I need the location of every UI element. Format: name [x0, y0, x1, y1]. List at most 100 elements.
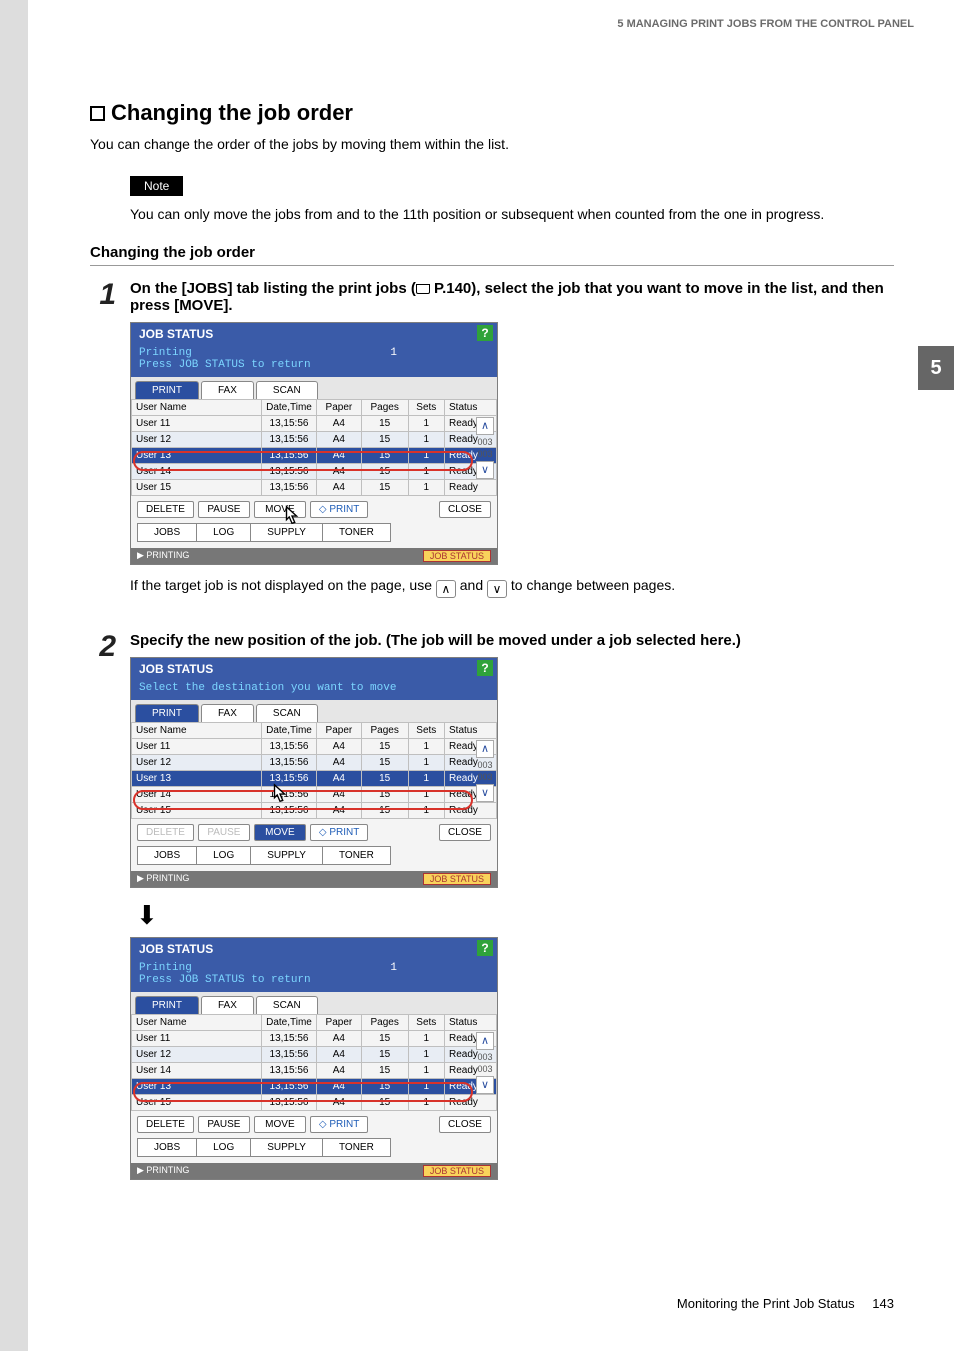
cell: 15 — [361, 464, 408, 480]
col-status: Status — [445, 1015, 497, 1031]
footer-left: ▶ PRINTING — [137, 873, 189, 885]
table-row[interactable]: User 1113,15:56A4151Ready — [132, 1031, 497, 1047]
tab2-jobs[interactable]: JOBS — [137, 1138, 197, 1157]
table-row[interactable]: User 1213,15:56A4151Ready — [132, 1047, 497, 1063]
table-row[interactable]: User 1513,15:56A4151Ready — [132, 803, 497, 819]
tab2-jobs[interactable]: JOBS — [137, 846, 197, 865]
job-list: User Name Date,Time Paper Pages Sets Sta… — [131, 399, 497, 496]
move-button[interactable]: MOVE — [254, 1116, 306, 1133]
scroll-down-icon[interactable]: ∨ — [476, 784, 494, 802]
table-row[interactable]: User 1513,15:56A4151Ready — [132, 480, 497, 496]
cell: User 13 — [132, 771, 262, 787]
page-up-icon[interactable]: ∧ — [436, 580, 456, 598]
help-icon[interactable]: ? — [477, 660, 493, 676]
print-button[interactable]: ◇ PRINT — [310, 824, 368, 841]
col-sets: Sets — [408, 723, 444, 739]
bottom-tabs: JOBS LOG SUPPLY TONER — [131, 846, 497, 871]
move-button[interactable]: MOVE — [254, 824, 306, 841]
cell: 1 — [408, 464, 444, 480]
help-icon[interactable]: ? — [477, 940, 493, 956]
cell: 13,15:56 — [262, 1047, 317, 1063]
cell: A4 — [317, 1063, 362, 1079]
tab-scan[interactable]: SCAN — [256, 996, 318, 1014]
table-row[interactable]: User 1113,15:56A4151Ready — [132, 416, 497, 432]
cell: 15 — [361, 416, 408, 432]
subline-b: Press JOB STATUS to return — [139, 359, 311, 371]
jobstatus-button[interactable]: JOB STATUS — [423, 873, 491, 885]
page-content: Changing the job order You can change th… — [90, 0, 894, 1192]
print-button[interactable]: ◇ PRINT — [310, 1116, 368, 1133]
page-number: 143 — [872, 1296, 894, 1311]
tab-print[interactable]: PRINT — [135, 996, 199, 1014]
panel-footer: ▶ PRINTING JOB STATUS — [131, 871, 497, 887]
tab-fax[interactable]: FAX — [201, 996, 254, 1014]
scroll-up-icon[interactable]: ∧ — [476, 1032, 494, 1050]
panel-title-text: JOB STATUS — [139, 662, 213, 676]
table-row[interactable]: User 1413,15:56A4151Ready — [132, 1063, 497, 1079]
cell: 1 — [408, 1095, 444, 1111]
tab2-toner[interactable]: TONER — [323, 846, 391, 865]
col-user: User Name — [132, 1015, 262, 1031]
table-row[interactable]: User 1413,15:56A4151Ready — [132, 464, 497, 480]
cell: 13,15:56 — [262, 1031, 317, 1047]
subline-count: 1 — [390, 962, 397, 974]
tab-print[interactable]: PRINT — [135, 381, 199, 399]
scroll-ind-bot: 003 — [477, 449, 492, 459]
col-pages: Pages — [361, 1015, 408, 1031]
col-date: Date,Time — [262, 400, 317, 416]
panel-footer: ▶ PRINTING JOB STATUS — [131, 548, 497, 564]
table-row[interactable]: User 1113,15:56A4151Ready — [132, 739, 497, 755]
subline-count: 1 — [390, 347, 397, 359]
cell: 13,15:56 — [262, 464, 317, 480]
cell: User 15 — [132, 803, 262, 819]
cell: User 12 — [132, 1047, 262, 1063]
tab-scan[interactable]: SCAN — [256, 381, 318, 399]
scroll-down-icon[interactable]: ∨ — [476, 461, 494, 479]
table-row[interactable]: User 1513,15:56A4151Ready — [132, 1095, 497, 1111]
col-pages: Pages — [361, 400, 408, 416]
tab-scan[interactable]: SCAN — [256, 704, 318, 722]
delete-button[interactable]: DELETE — [137, 501, 194, 518]
chapter-tab: 5 — [918, 346, 954, 390]
cell: 1 — [408, 803, 444, 819]
tab2-log[interactable]: LOG — [197, 1138, 251, 1157]
scroll-down-icon[interactable]: ∨ — [476, 1076, 494, 1094]
tab2-log[interactable]: LOG — [197, 846, 251, 865]
scroll-up-icon[interactable]: ∧ — [476, 740, 494, 758]
jobstatus-button[interactable]: JOB STATUS — [423, 1165, 491, 1177]
tab2-supply[interactable]: SUPPLY — [251, 1138, 323, 1157]
table-row[interactable]: User 1313,15:56A4151Ready — [132, 1079, 497, 1095]
post1-b: to change between pages. — [511, 577, 675, 593]
post1-a: If the target job is not displayed on th… — [130, 577, 436, 593]
help-icon[interactable]: ? — [477, 325, 493, 341]
table-row[interactable]: User 1413,15:56A4151Ready — [132, 787, 497, 803]
tab-fax[interactable]: FAX — [201, 704, 254, 722]
delete-button[interactable]: DELETE — [137, 1116, 194, 1133]
tab-print[interactable]: PRINT — [135, 704, 199, 722]
tab2-toner[interactable]: TONER — [323, 1138, 391, 1157]
table-row[interactable]: User 1313,15:56A4151Ready — [132, 771, 497, 787]
left-margin — [0, 0, 28, 1351]
print-label: PRINT — [329, 827, 359, 838]
cell: 13,15:56 — [262, 739, 317, 755]
cell: A4 — [317, 787, 362, 803]
table-row[interactable]: User 1213,15:56A4151Ready — [132, 432, 497, 448]
table-row[interactable]: User 1213,15:56A4151Ready — [132, 755, 497, 771]
pause-button[interactable]: PAUSE — [198, 501, 250, 518]
down-arrow-icon: ⬇ — [136, 900, 894, 931]
tab-fax[interactable]: FAX — [201, 381, 254, 399]
scroll-ind-bot: 003 — [477, 772, 492, 782]
table-row[interactable]: User 1313,15:56A4151Ready — [132, 448, 497, 464]
pause-button[interactable]: PAUSE — [198, 1116, 250, 1133]
col-paper: Paper — [317, 1015, 362, 1031]
print-button[interactable]: ◇ PRINT — [310, 501, 368, 518]
jobstatus-button[interactable]: JOB STATUS — [423, 550, 491, 562]
cell: A4 — [317, 448, 362, 464]
tab2-toner[interactable]: TONER — [323, 523, 391, 542]
cell: User 11 — [132, 739, 262, 755]
page-down-icon[interactable]: ∨ — [487, 580, 507, 598]
scroll-up-icon[interactable]: ∧ — [476, 417, 494, 435]
tab2-log[interactable]: LOG — [197, 523, 251, 542]
tab2-supply[interactable]: SUPPLY — [251, 846, 323, 865]
tab2-jobs[interactable]: JOBS — [137, 523, 197, 542]
